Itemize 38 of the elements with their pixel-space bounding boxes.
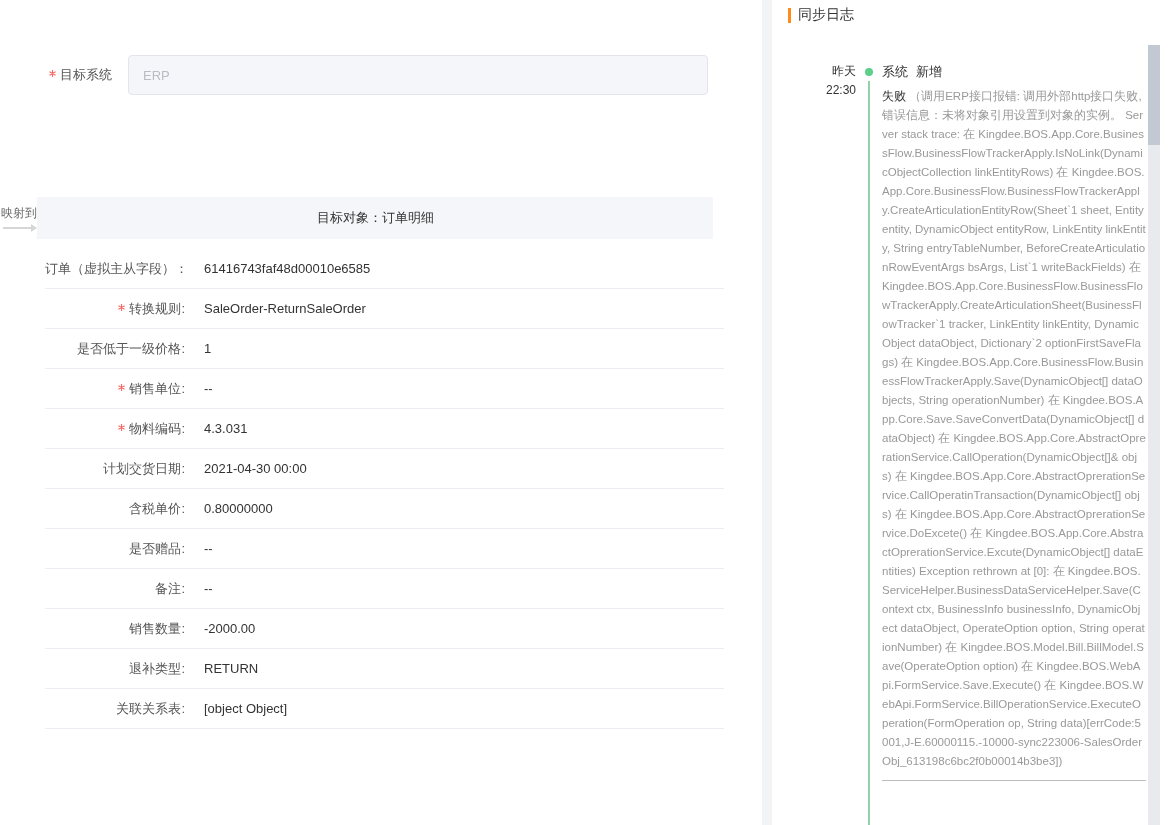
scrollbar[interactable] (1148, 45, 1160, 825)
scrollbar-thumb[interactable] (1148, 45, 1160, 145)
field-label: 退补类型: (129, 660, 185, 676)
timeline-dot (865, 68, 873, 76)
log-date: 昨天 (832, 63, 856, 80)
field-label: 销售单位: (129, 380, 185, 396)
log-time: 22:30 (825, 82, 856, 99)
log-message: 失败 （调用ERP接口报错: 调用外部http接口失败,错误信息：未将对象引用设置到对象的实例。 Server stack trace: 在 Kingdee.BOS.App.Core.BusinessFlow.BusinessFlowTrackerApply.IsNoLink(DynamicObjectCollection linkEntityRows) 在 Kingdee.BOS.App.Core.BusinessFlow.BusinessFlowTrackerApply.CreateArticulationEntityRow(Sheet`1 sheet, Entity entity, DynamicObject entityRow, LinkEntity linkEntity, String entryTableNumber, BeforeCreateArticulationRowEventArgs bsArgs, List`1 writeBackFields) 在 Kingdee.BOS.App.Core.BusinessFlow.BusinessFlowTrackerApply.CreateArticulationSheet(BusinessFlowTracker`1 tracker, LinkEntity linkEntity, DynamicObject dataObject, Dictionary`2 optionFirstSaveFlags) 在 Kingdee.BOS.App.Core.BusinessFlow.BusinessFlowTrackerApply.Save(DynamicObject[] dataObjects, String operationNumber) 在 Kingdee.BOS.App.Core.Save.SaveConvertData(DynamicObject[] dataObject) 在 Kingdee.BOS.App.Core.AbstractOprerationService.CallOperation(DynamicObject[]& objs) 在 Kingdee.BOS.App.Core.AbstractOprerationService.CallOperatinTransaction(DynamicObject[] objs) 在 Kingdee.BOS.App.Core.AbstractOprerationService.DoExcete() 在 Kingdee.BOS.App.Core.AbstractOprerationService.Excute(DynamicObject[] dataEntities) Exception rethrown at [0]: 在 Kingdee.BOS.ServiceHelper.BusinessDataServiceHelper.Save(Context ctx, BusinessInfo businessInfo, DynamicObject dataObject, OperateOption option, String operationNumber) 在 Kingdee.BOS.Model.Bill.BillModel.Save(OperateOption option) 在 Kingdee.BOS.WebApi.FormService.Save.Execute() 在 Kingdee.BOS.WebApi.FormService.BillOperationService.ExecuteOperation(FormOperation op, String data)[errCode:5001,J-E.60000115.-10000-sync223006-SalesOrderObj_613198c6bc2f0b00014b3be3]) (882, 89, 1146, 769)
field-label: 目标系统 (60, 67, 112, 82)
field-label: 订单（虚拟主从字段）： (45, 260, 188, 276)
field-value: -- (204, 541, 213, 556)
field-label: 是否赠品: (129, 540, 185, 556)
field-label: 物料编码: (129, 420, 185, 436)
section-header: 目标对象：订单明细 (37, 197, 713, 239)
field-label: 计划交货日期: (103, 460, 185, 476)
field-value: 0.80000000 (204, 501, 273, 516)
field-value: 2021-04-30 00:00 (204, 461, 307, 476)
field-label: 转换规则: (129, 300, 185, 316)
title-accent (788, 7, 791, 23)
field-value: -2000.00 (204, 621, 256, 636)
log-source: 系统 (882, 63, 908, 81)
field-value: -- (204, 381, 213, 396)
panel-title: 同步日志 (798, 6, 854, 24)
field-value: RETURN (204, 661, 259, 676)
field-value: 1 (204, 341, 212, 356)
field-value: -- (204, 581, 213, 596)
arrow-icon (3, 223, 37, 232)
field-value: 61416743faf48d00010e6585 (204, 261, 371, 276)
field-label: 销售数量: (129, 620, 185, 636)
field-value: [object Object] (204, 701, 288, 716)
field-label: 含税单价: (129, 500, 185, 516)
field-label: 是否低于一级价格: (77, 340, 185, 356)
field-label: 备注: (155, 580, 185, 596)
mapping-label: 映射到 (1, 204, 37, 222)
field-label: 关联关系表: (116, 700, 185, 716)
field-value: SaleOrder-ReturnSaleOrder (204, 301, 366, 316)
log-action: 新增 (916, 63, 942, 81)
field-value: 4.3.031 (204, 421, 248, 436)
